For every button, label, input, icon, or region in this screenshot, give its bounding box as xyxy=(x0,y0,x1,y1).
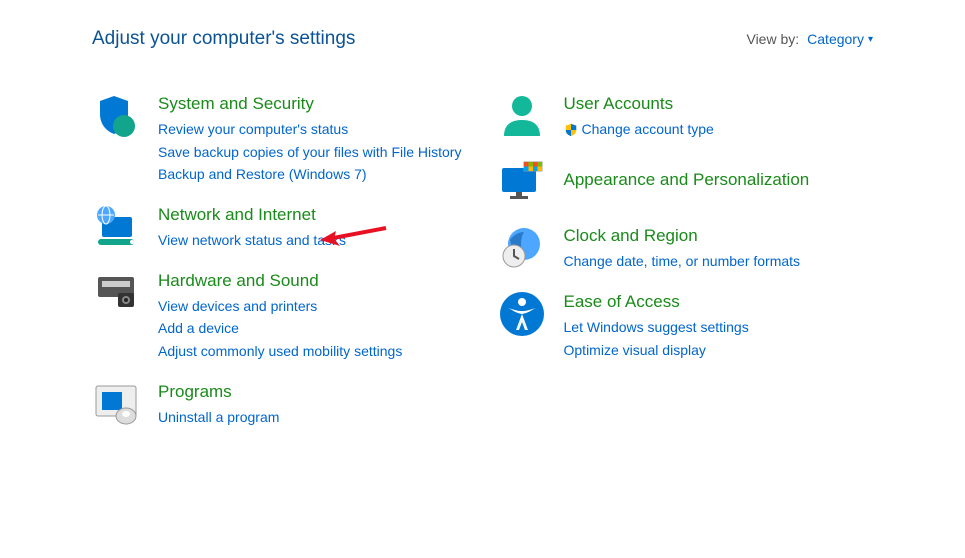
category-hardware-and-sound: Hardware and Sound View devices and prin… xyxy=(92,269,468,362)
category-title[interactable]: Ease of Access xyxy=(564,292,680,312)
ease-of-access-icon[interactable] xyxy=(498,290,546,338)
category-content: System and Security Review your computer… xyxy=(158,92,468,185)
category-ease-of-access: Ease of Access Let Windows suggest setti… xyxy=(498,290,874,360)
category-link[interactable]: Backup and Restore (Windows 7) xyxy=(158,165,468,185)
link-text: Change account type xyxy=(582,120,714,140)
category-link[interactable]: View devices and printers xyxy=(158,297,468,317)
category-link[interactable]: Save backup copies of your files with Fi… xyxy=(158,143,468,163)
category-columns: System and Security Review your computer… xyxy=(92,92,873,446)
category-link[interactable]: Change date, time, or number formats xyxy=(564,252,874,272)
category-link[interactable]: Add a device xyxy=(158,319,468,339)
programs-icon[interactable] xyxy=(92,380,140,428)
view-by-control: View by: Category ▾ xyxy=(746,31,873,47)
left-column: System and Security Review your computer… xyxy=(92,92,468,446)
category-content: Ease of Access Let Windows suggest setti… xyxy=(564,290,874,360)
category-title[interactable]: Clock and Region xyxy=(564,226,698,246)
user-accounts-icon[interactable] xyxy=(498,92,546,140)
right-column: User Accounts Change account type xyxy=(498,92,874,446)
category-content: Clock and Region Change date, time, or n… xyxy=(564,224,874,272)
category-title[interactable]: Hardware and Sound xyxy=(158,271,319,291)
category-links: Change date, time, or number formats xyxy=(564,252,874,272)
category-title[interactable]: System and Security xyxy=(158,94,314,114)
category-link[interactable]: Adjust commonly used mobility settings xyxy=(158,342,468,362)
view-by-dropdown[interactable]: Category ▾ xyxy=(807,31,873,47)
category-content: Hardware and Sound View devices and prin… xyxy=(158,269,468,362)
category-user-accounts: User Accounts Change account type xyxy=(498,92,874,140)
category-appearance-and-personalization: Appearance and Personalization xyxy=(498,158,874,206)
category-links: Review your computer's status Save backu… xyxy=(158,120,468,185)
category-title[interactable]: User Accounts xyxy=(564,94,674,114)
category-clock-and-region: Clock and Region Change date, time, or n… xyxy=(498,224,874,272)
category-programs: Programs Uninstall a program xyxy=(92,380,468,428)
category-content: Network and Internet View network status… xyxy=(158,203,468,251)
uac-shield-icon xyxy=(564,123,578,137)
category-link[interactable]: Uninstall a program xyxy=(158,408,468,428)
chevron-down-icon: ▾ xyxy=(868,34,873,45)
category-link[interactable]: View network status and tasks xyxy=(158,231,468,251)
hardware-sound-icon[interactable] xyxy=(92,269,140,317)
category-title[interactable]: Programs xyxy=(158,382,232,402)
category-links: View devices and printers Add a device A… xyxy=(158,297,468,362)
category-system-and-security: System and Security Review your computer… xyxy=(92,92,468,185)
category-links: Uninstall a program xyxy=(158,408,468,428)
system-security-icon[interactable] xyxy=(92,92,140,140)
category-link[interactable]: Optimize visual display xyxy=(564,341,874,361)
category-content: User Accounts Change account type xyxy=(564,92,874,140)
category-link[interactable]: Review your computer's status xyxy=(158,120,468,140)
category-links: Let Windows suggest settings Optimize vi… xyxy=(564,318,874,360)
appearance-personalization-icon[interactable] xyxy=(498,158,546,206)
category-link[interactable]: Change account type xyxy=(564,120,874,140)
view-by-label: View by: xyxy=(746,31,799,47)
category-link[interactable]: Let Windows suggest settings xyxy=(564,318,874,338)
header: Adjust your computer's settings View by:… xyxy=(92,28,873,50)
category-links: View network status and tasks xyxy=(158,231,468,251)
category-title[interactable]: Appearance and Personalization xyxy=(564,170,810,190)
category-content: Programs Uninstall a program xyxy=(158,380,468,428)
category-content: Appearance and Personalization xyxy=(564,158,874,196)
category-links: Change account type xyxy=(564,120,874,140)
clock-region-icon[interactable] xyxy=(498,224,546,272)
category-title[interactable]: Network and Internet xyxy=(158,205,316,225)
view-by-value: Category xyxy=(807,31,864,47)
category-network-and-internet: Network and Internet View network status… xyxy=(92,203,468,251)
network-internet-icon[interactable] xyxy=(92,203,140,251)
page-title: Adjust your computer's settings xyxy=(92,28,355,50)
